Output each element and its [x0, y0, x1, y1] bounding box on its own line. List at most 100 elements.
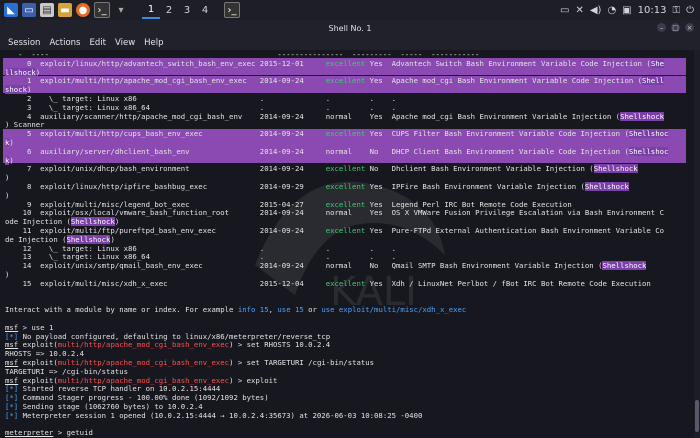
workspace-1[interactable]: 1: [142, 1, 160, 19]
rank-cell: excellent: [325, 129, 370, 139]
command-line: msf > use 1: [5, 322, 54, 332]
rank-cell: excellent: [325, 278, 370, 288]
module-name: multi/http/apache_mod_cgi_bash_env_exec: [57, 358, 230, 367]
table-row-wrap: shock): [5, 85, 32, 95]
info-link: info 15: [237, 305, 269, 315]
msf-prompt: msf: [5, 322, 19, 332]
output-line: [*] Sending stage (1062760 bytes) to 10.…: [5, 402, 203, 411]
menu-session[interactable]: Session: [8, 38, 40, 48]
msf-prompt: msf: [5, 358, 19, 367]
table-row-wrap: ): [5, 270, 10, 279]
rank-cell: excellent: [325, 164, 370, 174]
rank-cell: excellent: [325, 58, 370, 68]
msf-prompt: msf: [5, 375, 19, 385]
kali-menu-icon[interactable]: ◣: [4, 3, 18, 17]
table-row: 10 exploit/osx/local/vmware_bash_functio…: [5, 208, 664, 218]
shellshock-tag: Shellshoc: [628, 146, 669, 156]
display-icon[interactable]: ▭: [560, 5, 569, 16]
table-row: 12 \_ target: Linux x86 . . . .: [5, 243, 396, 253]
shellshock-tag: She: [650, 58, 664, 68]
menu-help[interactable]: Help: [144, 38, 163, 48]
table-row: 15 exploit/multi/misc/xdh_x_exec 2015-12…: [5, 278, 651, 288]
volume-icon[interactable]: ◀): [590, 5, 602, 16]
output-line: TARGETURI => /cgi-bin/status: [5, 366, 129, 376]
table-row: 11 exploit/multi/ftp/pureftpd_bash_env_e…: [5, 226, 664, 235]
shellshock-tag: Shellshock: [70, 217, 115, 227]
scrollbar[interactable]: [694, 50, 700, 438]
table-row: 14 exploit/unix/smtp/qmail_bash_env_exec…: [5, 261, 647, 271]
shellshock-tag: Shellshock: [66, 234, 111, 244]
menu-edit[interactable]: Edit: [90, 38, 106, 48]
table-row-wrap: ): [5, 173, 10, 183]
tools-icon[interactable]: ✕: [575, 5, 583, 16]
table-row: 6 auxiliary/server/dhclient_bash_env 201…: [5, 146, 669, 156]
minimize-icon[interactable]: –: [657, 23, 666, 32]
close-icon[interactable]: ×: [685, 23, 694, 32]
workspace-2[interactable]: 2: [160, 1, 178, 19]
shellshock-tag: Shell: [642, 76, 664, 86]
workspace-switcher: 1 2 3 4: [142, 1, 214, 19]
table-row: 1 exploit/multi/http/apache_mod_cgi_bash…: [5, 76, 664, 86]
rank-cell: excellent: [325, 226, 370, 235]
rank-cell: .: [325, 252, 370, 262]
shellshock-tag: shock: [5, 85, 27, 95]
terminal-icon[interactable]: ›_: [94, 2, 110, 18]
maximize-icon[interactable]: □: [671, 23, 680, 32]
firefox-icon[interactable]: ●: [76, 3, 90, 17]
workspace-4[interactable]: 4: [196, 1, 214, 19]
clock[interactable]: 10:13: [638, 5, 667, 16]
window-titlebar[interactable]: Shell No. 1 – □ ×: [0, 20, 700, 36]
top-panel: ◣ ▭ ▤ ▬ ● ›_ ▾ 1 2 3 4 ›_ ▭ ✕ ◀) ◔ ▣ 10:…: [0, 0, 700, 20]
table-row-wrap: de Injection (Shellshock): [5, 234, 115, 244]
workspace-3[interactable]: 3: [178, 1, 196, 19]
menu-bar: Session Actions Edit View Help: [0, 36, 700, 50]
lock-icon[interactable]: ▣: [622, 5, 631, 16]
menu-actions[interactable]: Actions: [49, 38, 80, 48]
table-row: 2 \_ target: Linux x86 . . . .: [5, 94, 396, 103]
info-tag: [*]: [5, 393, 19, 403]
desktop-icon[interactable]: ▭: [22, 3, 36, 17]
notification-icon[interactable]: ◔: [607, 5, 616, 16]
interact-hint: Interact with a module by name or index.…: [5, 305, 467, 315]
info-tag: [*]: [5, 402, 19, 411]
scrollbar-thumb[interactable]: [695, 400, 699, 432]
msf-prompt: msf: [5, 340, 19, 350]
command-line: msf exploit(multi/http/apache_mod_cgi_ba…: [5, 340, 331, 350]
shellshock-tag: Shellshock: [593, 164, 638, 174]
window-title: Shell No. 1: [328, 23, 372, 33]
table-row: 3 \_ target: Linux x86_64 . . . .: [5, 102, 396, 112]
rank-cell: normal: [325, 111, 370, 121]
info-tag: [*]: [5, 384, 19, 394]
table-row: 9 exploit/multi/misc/legend_bot_exec 201…: [5, 199, 572, 209]
power-icon[interactable]: ⏻: [686, 5, 694, 16]
dropdown-icon[interactable]: ▾: [114, 3, 128, 17]
terminal-task-icon[interactable]: ›_: [224, 2, 240, 18]
menu-view[interactable]: View: [115, 38, 135, 48]
folder-icon[interactable]: ▬: [58, 3, 72, 17]
file-manager-icon[interactable]: ▤: [40, 3, 54, 17]
lock-screen-icon[interactable]: ⚿: [672, 5, 680, 16]
table-row: 4 auxiliary/scanner/http/apache_mod_cgi_…: [5, 111, 664, 121]
rank-cell: .: [325, 102, 370, 112]
system-tray: ▭ ✕ ◀) ◔ ▣ 10:13 ⚿ ⏻: [560, 0, 694, 20]
shellshock-tag: Shellshock: [584, 182, 629, 191]
shellshock-tag: k: [5, 155, 10, 165]
table-row: 0 exploit/linux/http/advantech_switch_ba…: [5, 58, 664, 68]
rank-cell: excellent: [325, 182, 370, 191]
command-line: meterpreter > getuid: [5, 428, 93, 438]
info-tag: [*]: [5, 331, 19, 341]
output-line: [*] No payload configured, defaulting to…: [5, 331, 331, 341]
use-module-link: use exploit/multi/misc/xdh_x_exec: [321, 305, 467, 315]
rank-cell: normal: [325, 146, 370, 156]
terminal-output[interactable]: KALI - ---- --------------- --------- --…: [0, 50, 700, 438]
module-name: multi/http/apache_mod_cgi_bash_env_exec: [57, 375, 230, 385]
rank-cell: .: [325, 94, 370, 103]
info-tag: [*]: [5, 410, 19, 420]
table-row-wrap: ): [5, 190, 10, 200]
rank-cell: excellent: [325, 199, 370, 209]
command-line: msf exploit(multi/http/apache_mod_cgi_ba…: [5, 358, 375, 367]
rank-cell: normal: [325, 261, 370, 271]
command-line: msf exploit(multi/http/apache_mod_cgi_ba…: [5, 375, 278, 385]
shellshock-tag: Shellshock: [620, 111, 664, 121]
shellshock-tag: Shellshock: [602, 261, 647, 271]
